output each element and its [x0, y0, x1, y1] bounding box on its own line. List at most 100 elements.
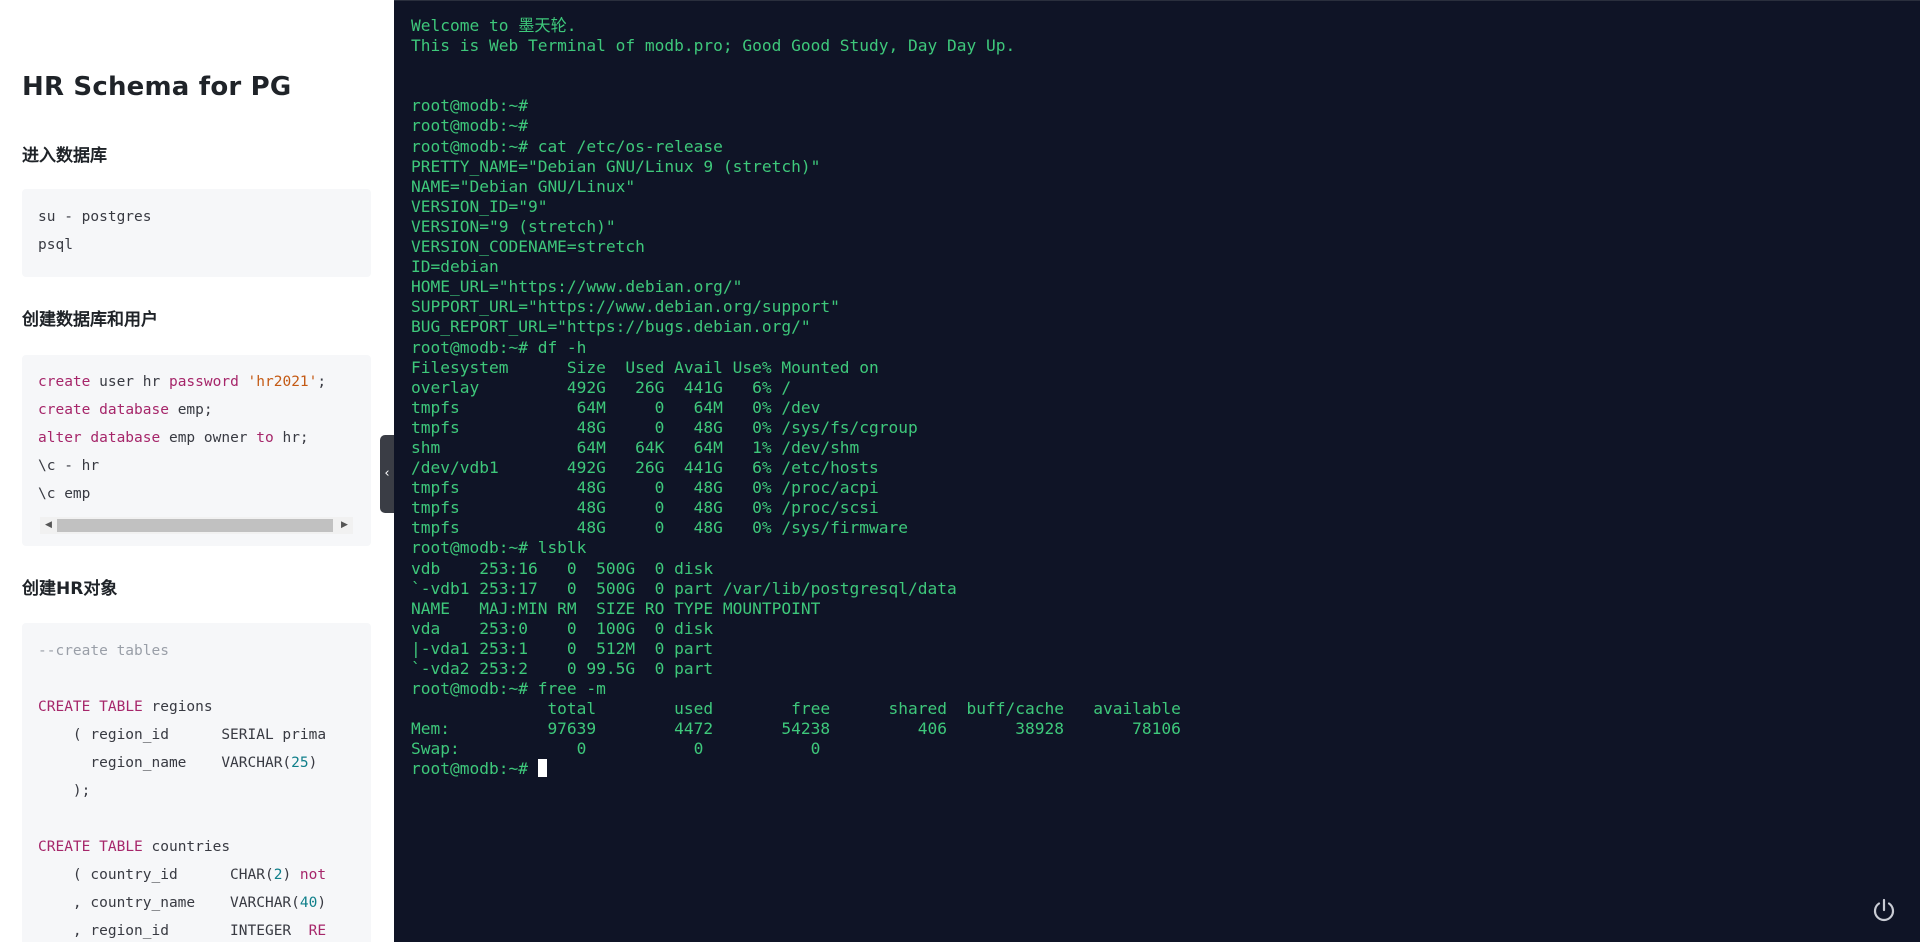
- code-token: \c - hr: [38, 458, 100, 474]
- code-line: --create tables: [38, 641, 169, 661]
- code-line: region_name VARCHAR(25): [38, 753, 317, 773]
- web-terminal[interactable]: Welcome to 墨天轮. This is Web Terminal of …: [394, 0, 1920, 942]
- terminal-line: |-vda1 253:1 0 512M 0 part: [411, 638, 714, 658]
- code-token: region_name VARCHAR(: [38, 755, 292, 771]
- terminal-cursor[interactable]: [537, 759, 547, 778]
- scrollbar-thumb[interactable]: [57, 519, 333, 532]
- code-token: ): [308, 755, 318, 771]
- terminal-line: /dev/vdb1 492G 26G 441G 6% /etc/hosts: [411, 458, 879, 478]
- code-token: TABLE: [99, 699, 143, 715]
- terminal-line: Filesystem Size Used Avail Use% Mounted …: [411, 357, 879, 377]
- code-token: , region_id INTEGER: [38, 923, 309, 939]
- triangle-right-icon[interactable]: ▶: [336, 517, 353, 534]
- code-token: --create tables: [38, 643, 169, 659]
- terminal-line: NAME MAJ:MIN RM SIZE RO TYPE MOUNTPOINT: [411, 598, 821, 618]
- code-token: countries: [142, 839, 231, 855]
- section-heading-create-db-user: 创建数据库和用户: [22, 310, 158, 330]
- doc-panel: HR Schema for PG 进入数据库 su - postgres psq…: [0, 0, 393, 942]
- terminal-line: overlay 492G 26G 441G 6% /: [411, 377, 792, 397]
- code-block-create-hr-objects[interactable]: --create tables CREATE TABLE regions ( r…: [22, 623, 371, 942]
- code-token: ): [282, 867, 300, 883]
- code-token: ): [317, 895, 327, 911]
- code-token: TABLE: [99, 839, 143, 855]
- code-token: user hr: [90, 374, 169, 390]
- terminal-line: tmpfs 48G 0 48G 0% /sys/fs/cgroup: [411, 417, 918, 437]
- terminal-line: tmpfs 64M 0 64M 0% /dev: [411, 397, 821, 417]
- code-token: ( region_id SERIAL prima: [38, 727, 327, 743]
- terminal-line: BUG_REPORT_URL="https://bugs.debian.org/…: [411, 317, 811, 337]
- terminal-line: tmpfs 48G 0 48G 0% /proc/acpi: [411, 478, 879, 498]
- code-token: ;: [317, 374, 327, 390]
- code-block-create-db-user[interactable]: create user hr password 'hr2021'; create…: [22, 355, 371, 546]
- terminal-line: root@modb:~# free -m: [411, 679, 606, 699]
- code-line: su - postgres: [38, 207, 152, 227]
- terminal-line: root@modb:~# df -h: [411, 337, 587, 357]
- terminal-line: root@modb:~#: [411, 116, 528, 136]
- triangle-left-icon[interactable]: ◀: [40, 517, 57, 534]
- terminal-line: root@modb:~# cat /etc/os-release: [411, 136, 723, 156]
- code-token: RE: [308, 923, 327, 939]
- terminal-line: ID=debian: [411, 257, 499, 277]
- terminal-line: shm 64M 64K 64M 1% /dev/shm: [411, 437, 860, 457]
- code-token: create: [38, 402, 91, 418]
- code-line: create database emp;: [38, 400, 213, 420]
- code-token: CREATE: [38, 839, 91, 855]
- code-token: \c emp: [38, 486, 91, 502]
- code-token: alter: [38, 430, 82, 446]
- code-line: alter database emp owner to hr;: [38, 428, 309, 448]
- terminal-line: root@modb:~# lsblk: [411, 538, 587, 558]
- terminal-line: `-vdb1 253:17 0 500G 0 part /var/lib/pos…: [411, 578, 957, 598]
- code-line: ( country_id CHAR(2) not: [38, 865, 326, 885]
- code-line: , region_id INTEGER RE: [38, 921, 326, 941]
- code-token: not: [299, 867, 327, 883]
- terminal-line: `-vda2 253:2 0 99.5G 0 part: [411, 659, 714, 678]
- code-token: );: [38, 783, 91, 799]
- code-block-enter-db: su - postgres psql: [22, 189, 371, 277]
- code-line: ( region_id SERIAL prima: [38, 725, 326, 745]
- page-title: HR Schema for PG: [22, 72, 292, 102]
- terminal-output[interactable]: Welcome to 墨天轮. This is Web Terminal of …: [411, 16, 1181, 780]
- code-line: CREATE TABLE regions: [38, 697, 213, 717]
- code-line: create user hr password 'hr2021';: [38, 372, 326, 392]
- terminal-banner-line: This is Web Terminal of modb.pro; Good G…: [411, 36, 1016, 56]
- code-token: , country_name VARCHAR(: [38, 895, 300, 911]
- code-token: ( country_id CHAR(: [38, 867, 274, 883]
- terminal-line: SUPPORT_URL="https://www.debian.org/supp…: [411, 297, 840, 317]
- code-token: create: [38, 374, 91, 390]
- code-token: regions: [142, 699, 213, 715]
- terminal-line: HOME_URL="https://www.debian.org/": [411, 277, 743, 297]
- code-token: database: [90, 430, 161, 446]
- terminal-line: NAME="Debian GNU/Linux": [411, 176, 636, 196]
- code-token: emp owner: [160, 430, 257, 446]
- code-token: to: [256, 430, 274, 446]
- terminal-banner-line: Welcome to 墨天轮.: [411, 16, 577, 35]
- terminal-line: VERSION="9 (stretch)": [411, 216, 616, 236]
- code-token: psql: [38, 237, 73, 253]
- terminal-line: Mem: 97639 4472 54238 406 38928 78106: [411, 719, 1181, 739]
- section-heading-create-hr-objects: 创建HR对象: [22, 579, 118, 599]
- code-token: hr;: [273, 430, 309, 446]
- collapse-panel-button[interactable]: ‹: [380, 435, 394, 513]
- terminal-line: PRETTY_NAME="Debian GNU/Linux 9 (stretch…: [411, 156, 821, 176]
- code-line: );: [38, 781, 90, 801]
- terminal-line: tmpfs 48G 0 48G 0% /sys/firmware: [411, 518, 909, 538]
- terminal-prompt: root@modb:~#: [411, 759, 538, 779]
- section-heading-enter-db: 进入数据库: [22, 146, 107, 166]
- terminal-line: VERSION_ID="9": [411, 196, 548, 216]
- code-token: su - postgres: [38, 209, 152, 225]
- code-line: CREATE TABLE countries: [38, 837, 230, 857]
- terminal-line: vda 253:0 0 100G 0 disk: [411, 618, 714, 638]
- horizontal-scrollbar[interactable]: ◀ ▶: [40, 517, 353, 534]
- code-token: password: [168, 374, 239, 390]
- power-icon[interactable]: [1870, 896, 1898, 924]
- terminal-line: root@modb:~#: [411, 96, 528, 116]
- code-line: \c emp: [38, 484, 90, 504]
- code-line: psql: [38, 235, 73, 255]
- terminal-line: total used free shared buff/cache availa…: [547, 699, 1181, 719]
- code-token: database: [99, 402, 169, 418]
- terminal-line: VERSION_CODENAME=stretch: [411, 237, 645, 257]
